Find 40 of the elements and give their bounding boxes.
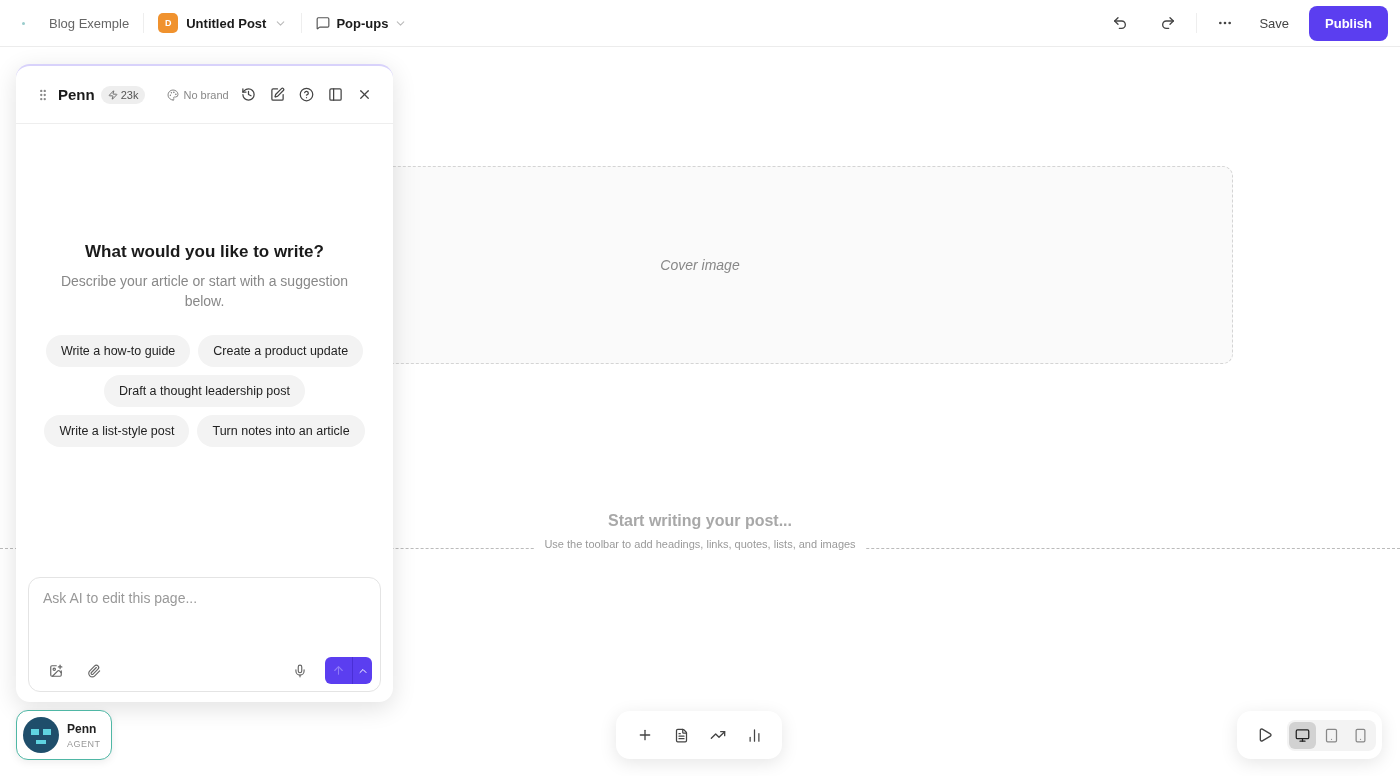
- cover-label: Cover image: [660, 257, 740, 273]
- publish-button[interactable]: Publish: [1309, 5, 1388, 41]
- bar-chart-icon: [746, 727, 762, 743]
- post-avatar: D: [158, 13, 179, 33]
- phone-icon: [1353, 727, 1368, 743]
- status-dot-icon: [22, 21, 25, 25]
- edit-icon: [269, 87, 285, 102]
- tablet-icon: [1324, 727, 1339, 743]
- agent-role: AGENT: [67, 738, 101, 749]
- suggestion-chip[interactable]: Turn notes into an article: [197, 415, 365, 447]
- credits-badge: 23k: [100, 85, 146, 104]
- prompt-box[interactable]: Ask AI to edit this page...: [28, 577, 381, 692]
- robot-avatar-icon: [23, 717, 59, 753]
- agent-name: Penn: [67, 721, 98, 736]
- undo-icon: [1112, 15, 1129, 31]
- play-icon: [1257, 727, 1273, 743]
- suggestion-chip[interactable]: Write a list-style post: [44, 415, 190, 447]
- paperclip-icon: [87, 663, 101, 678]
- save-button[interactable]: Save: [1245, 7, 1304, 39]
- desktop-icon: [1295, 727, 1310, 743]
- suggestion-chip[interactable]: Write a how-to guide: [45, 335, 191, 367]
- arrow-up-icon: [332, 664, 345, 677]
- suggestion-chip[interactable]: Draft a thought leadership post: [104, 375, 305, 407]
- agent-button[interactable]: Penn AGENT: [16, 710, 112, 760]
- palette-icon: [167, 88, 180, 101]
- suggestion-chip[interactable]: Create a product update: [198, 335, 364, 367]
- chat-bubble-icon: [316, 16, 331, 30]
- image-plus-icon: [49, 663, 63, 678]
- history-icon: [240, 87, 256, 102]
- post-title[interactable]: Untitled Post: [186, 15, 267, 31]
- brand-selector[interactable]: No brand: [167, 88, 229, 101]
- desktop-view-button[interactable]: [1289, 721, 1316, 749]
- site-name[interactable]: Blog Exemple: [49, 15, 130, 31]
- document-icon: [673, 727, 689, 743]
- redo-icon: [1160, 15, 1177, 31]
- panel-icon: [327, 87, 343, 102]
- microphone-icon: [293, 663, 307, 678]
- assistant-name: Penn: [58, 86, 95, 103]
- popups-menu[interactable]: Pop-ups: [336, 15, 389, 31]
- help-icon: [298, 87, 314, 102]
